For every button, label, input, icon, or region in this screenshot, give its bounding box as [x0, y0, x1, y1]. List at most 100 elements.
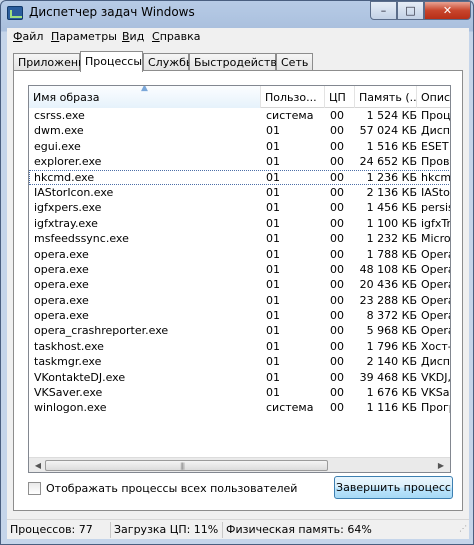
table-row[interactable]: opera.exe 01 00 23 288 КБ Opera — [29, 293, 450, 308]
window-title: Диспетчер задач Windows — [29, 5, 195, 19]
table-row[interactable]: msfeedssync.exe 01 00 1 232 КБ Micros — [29, 231, 450, 246]
process-description: Opera — [421, 278, 450, 292]
process-description: VKDJ, — [421, 370, 451, 384]
process-name: hkcmd.exe — [34, 170, 95, 184]
process-user: 01 — [266, 232, 280, 246]
process-memory: 1 796 КБ — [366, 339, 417, 353]
process-memory: 5 968 КБ — [366, 324, 417, 338]
table-row[interactable]: dwm.exe 01 00 57 024 КБ Диспе — [29, 123, 450, 138]
process-cpu: 00 — [330, 309, 344, 323]
process-memory: 1 116 КБ — [366, 401, 417, 415]
process-memory: 39 468 КБ — [359, 370, 417, 384]
table-row[interactable]: igfxpers.exe 01 00 1 456 КБ persist — [29, 200, 450, 215]
process-description: VKSave — [421, 386, 450, 400]
process-user: 01 — [266, 201, 280, 215]
process-list[interactable]: ▲ Имя образа Пользо... ЦП Память (... Оп… — [28, 85, 451, 473]
table-row[interactable]: taskhost.exe 01 00 1 796 КБ Хост-п — [29, 339, 450, 354]
process-user: 01 — [266, 278, 280, 292]
process-description: Програ — [421, 401, 450, 415]
table-row[interactable]: explorer.exe 01 00 24 652 КБ Прово — [29, 154, 450, 169]
process-name: taskhost.exe — [34, 339, 104, 353]
resize-grip-icon[interactable]: ⋰ — [459, 524, 467, 533]
scrollbar-thumb[interactable]: ||| — [45, 460, 328, 471]
minimize-button[interactable]: – — [370, 1, 397, 20]
process-user: 01 — [266, 355, 280, 369]
close-button[interactable]: ✕ — [424, 1, 471, 20]
table-row[interactable]: IAStorIcon.exe 01 00 2 136 КБ IAStor — [29, 185, 450, 200]
menu-help[interactable]: Справка — [150, 30, 202, 43]
table-row[interactable]: winlogon.exe система 00 1 116 КБ Програ — [29, 400, 450, 415]
table-row[interactable]: egui.exe 01 00 1 516 КБ ESET N — [29, 139, 450, 154]
process-user: 01 — [266, 386, 280, 400]
process-name: VKSaver.exe — [34, 386, 103, 400]
process-memory: 2 140 КБ — [366, 355, 417, 369]
tab-network[interactable]: Сеть — [276, 53, 313, 71]
tab-processes[interactable]: Процессы — [80, 51, 143, 72]
table-row[interactable]: hkcmd.exe 01 00 1 236 КБ hkcmd — [29, 169, 451, 185]
status-bar: Процессов: 77 Загрузка ЦП: 11% Физическа… — [7, 519, 469, 539]
process-name: msfeedssync.exe — [34, 232, 129, 246]
process-user: 01 — [266, 185, 280, 199]
process-memory: 20 436 КБ — [359, 278, 417, 292]
maximize-button[interactable]: □ — [397, 1, 424, 20]
process-description: Проц — [421, 109, 451, 122]
process-cpu: 00 — [330, 324, 344, 338]
table-row[interactable]: opera.exe 01 00 48 108 КБ Opera — [29, 262, 450, 277]
table-row[interactable]: VKontakteDJ.exe 01 00 39 468 КБ VKDJ, — [29, 370, 451, 385]
table-row[interactable]: opera.exe 01 00 1 788 КБ Opera — [29, 247, 450, 262]
tab-strip: Приложения Процессы Службы Быстродействи… — [13, 51, 463, 72]
tab-performance[interactable]: Быстродействие — [189, 53, 291, 71]
process-user: система — [266, 401, 314, 415]
process-name: winlogon.exe — [34, 401, 107, 415]
menu-options[interactable]: Параметры — [49, 30, 119, 43]
end-process-button[interactable]: Завершить процесс — [334, 476, 453, 499]
process-memory: 1 516 КБ — [366, 139, 417, 153]
scroll-left-icon[interactable]: ◀ — [31, 459, 45, 472]
process-user: 01 — [266, 155, 280, 169]
column-cpu[interactable]: ЦП — [325, 86, 355, 108]
process-cpu: 00 — [330, 355, 344, 369]
table-row[interactable]: igfxtray.exe 01 00 1 100 КБ igfxTra — [29, 216, 450, 231]
process-cpu: 00 — [330, 386, 344, 400]
process-name: igfxtray.exe — [34, 216, 98, 230]
menu-file[interactable]: Файл — [11, 30, 45, 43]
scroll-right-icon[interactable]: ▶ — [434, 459, 448, 472]
process-memory: 1 788 КБ — [366, 247, 417, 261]
process-user: 01 — [266, 293, 280, 307]
column-headers: ▲ Имя образа Пользо... ЦП Память (... Оп… — [29, 86, 450, 108]
process-user: 01 — [266, 324, 280, 338]
window-client: Файл Параметры Вид Справка Приложения Пр… — [7, 28, 469, 539]
status-process-count: Процессов: 77 — [7, 522, 111, 538]
process-description: Прово — [421, 155, 450, 169]
process-memory: 24 652 КБ — [359, 155, 417, 169]
title-bar[interactable]: Диспетчер задач Windows – □ ✕ — [1, 1, 473, 27]
horizontal-scrollbar[interactable]: ◀ ||| ▶ — [29, 457, 450, 472]
table-row[interactable]: csrss.exe система 00 1 524 КБ Проц — [29, 108, 451, 123]
process-user: 01 — [266, 124, 280, 138]
column-image-name[interactable]: ▲ Имя образа — [29, 86, 261, 108]
menu-view[interactable]: Вид — [120, 30, 146, 43]
process-user: 01 — [266, 370, 280, 384]
column-user[interactable]: Пользо... — [261, 86, 325, 108]
process-cpu: 00 — [330, 109, 344, 122]
process-name: opera.exe — [34, 293, 89, 307]
tab-applications[interactable]: Приложения — [13, 53, 92, 71]
process-name: opera_crashreporter.exe — [34, 324, 169, 338]
column-description[interactable]: Описа — [417, 86, 450, 108]
tab-services[interactable]: Службы — [143, 53, 195, 71]
grip-icon: ||| — [180, 462, 185, 470]
process-description: Opera — [421, 247, 450, 261]
process-memory: 48 108 КБ — [359, 262, 417, 276]
table-row[interactable]: taskmgr.exe 01 00 2 140 КБ Диспе — [29, 354, 450, 369]
processes-panel: ▲ Имя образа Пользо... ЦП Память (... Оп… — [13, 70, 463, 511]
table-row[interactable]: VKSaver.exe 01 00 1 676 КБ VKSave — [29, 385, 450, 400]
show-all-users-checkbox[interactable] — [28, 482, 41, 495]
process-name: igfxpers.exe — [34, 201, 102, 215]
column-image-name-label: Имя образа — [33, 91, 100, 104]
table-row[interactable]: opera.exe 01 00 8 372 КБ Opera — [29, 308, 450, 323]
show-all-users-label[interactable]: Отображать процессы всех пользователей — [46, 482, 297, 495]
table-row[interactable]: opera_crashreporter.exe 01 00 5 968 КБ Opera — [29, 323, 450, 338]
table-row[interactable]: opera.exe 01 00 20 436 КБ Opera — [29, 277, 450, 292]
column-memory[interactable]: Память (... — [355, 86, 417, 108]
process-description: hkcmd — [421, 170, 451, 184]
